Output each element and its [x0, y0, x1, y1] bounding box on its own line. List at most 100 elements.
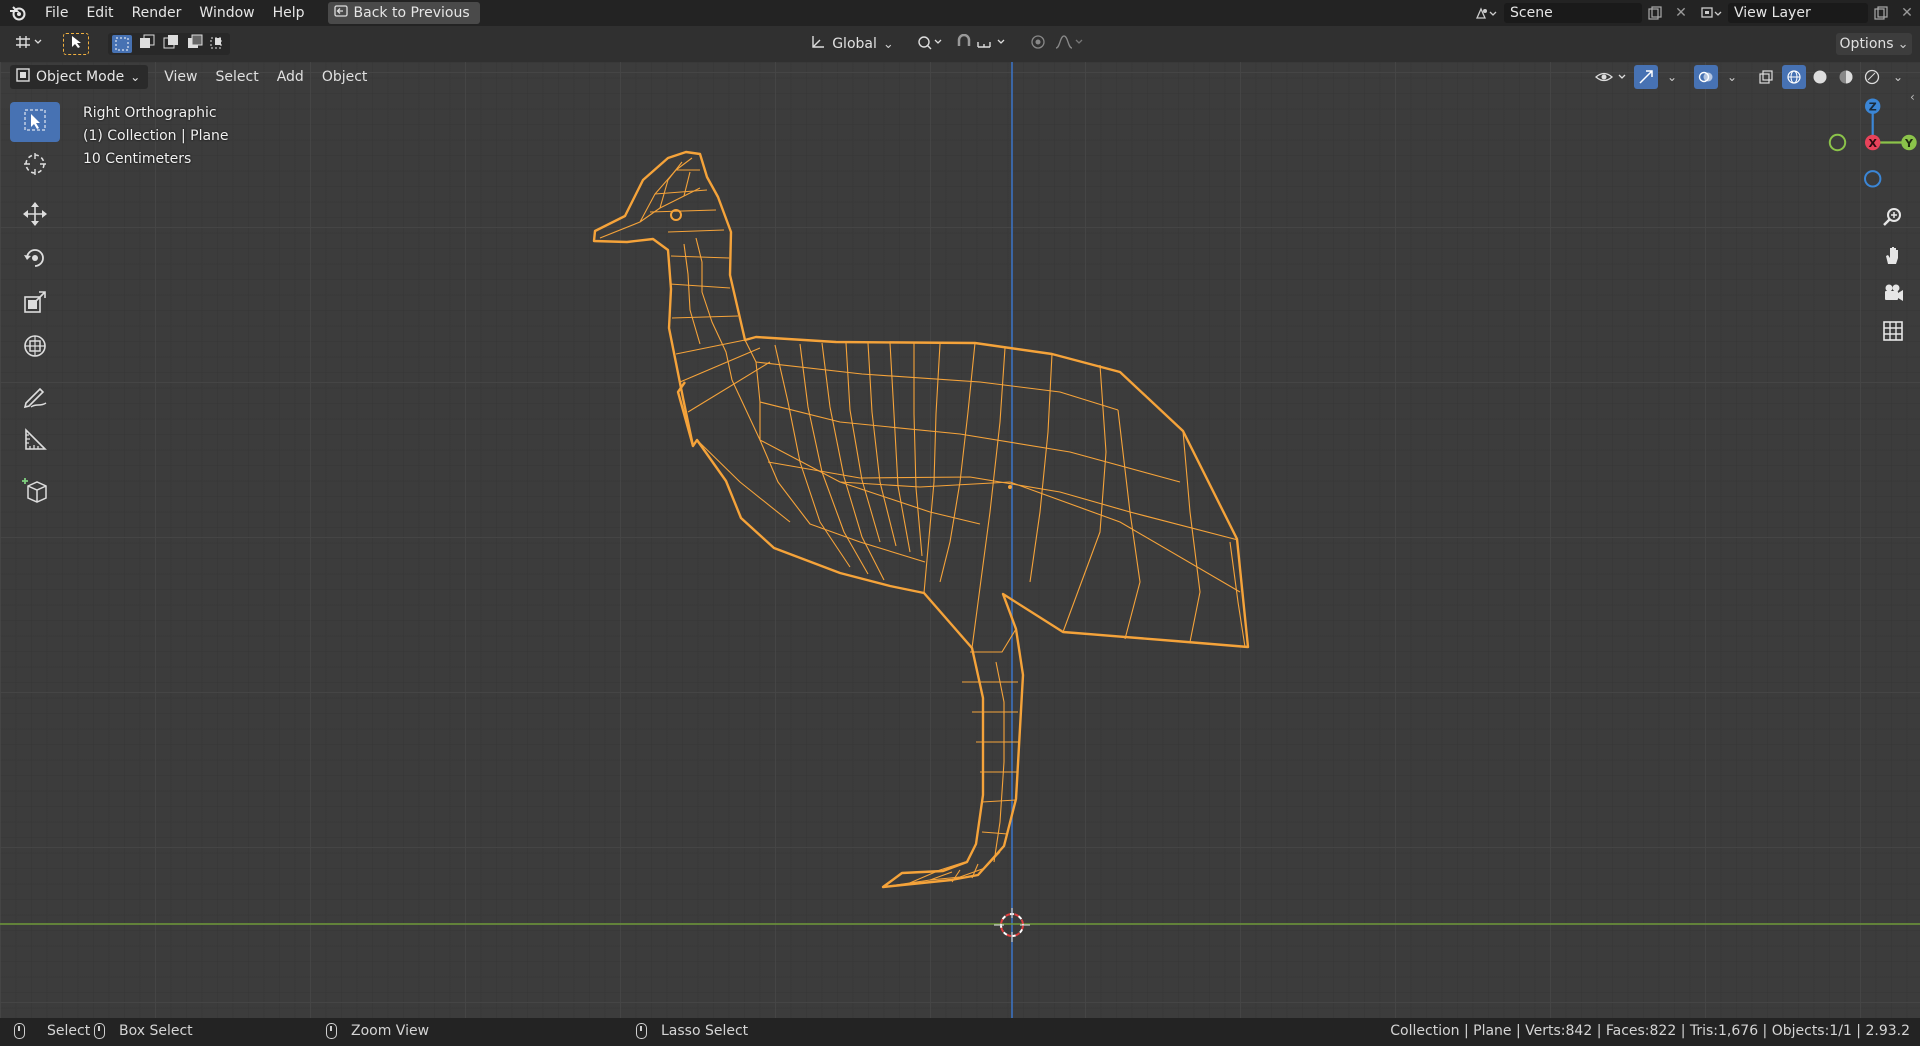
new-scene-icon[interactable] [1642, 3, 1668, 23]
menu-view[interactable]: View [156, 65, 205, 89]
select-subtract-icon[interactable] [163, 34, 179, 54]
top-menu-bar: File Edit Render Window Help Back to Pre… [0, 0, 1920, 26]
menu-window[interactable]: Window [190, 0, 263, 26]
proportional-edit-toggle[interactable] [1026, 33, 1086, 55]
grid-scale: 10 Centimeters [83, 151, 192, 167]
scene-name: Scene [1510, 5, 1553, 21]
camera-view-button[interactable] [1878, 280, 1908, 310]
orientation-icon [810, 34, 826, 54]
pivot-point-select[interactable] [912, 33, 948, 55]
rotate-tool[interactable] [10, 240, 60, 280]
options-label: Options [1839, 36, 1894, 52]
menu-select[interactable]: Select [208, 65, 267, 89]
grid-icon [1882, 320, 1904, 346]
menu-file[interactable]: File [36, 0, 77, 26]
select-invert-icon[interactable] [187, 34, 203, 54]
overlays-toggle-icon[interactable] [1694, 65, 1718, 89]
zoom-view-button[interactable] [1878, 204, 1908, 234]
navigation-gizmo[interactable]: Z Y X [1810, 82, 1920, 192]
editor-type-icon [14, 35, 44, 53]
blender-logo-icon[interactable] [0, 0, 36, 26]
magnet-icon [956, 33, 1016, 54]
xray-toggle-icon[interactable] [1752, 65, 1780, 89]
cursor-tool[interactable] [10, 146, 60, 186]
options-button[interactable]: Options ⌄ [1836, 33, 1912, 55]
select-intersect-icon[interactable] [210, 34, 226, 54]
mouse-drag-icon [94, 1023, 105, 1039]
back-to-previous-label: Back to Previous [353, 5, 470, 21]
move-tool[interactable] [10, 196, 60, 236]
object-mode-select[interactable]: Object Mode ⌄ [10, 65, 149, 89]
menu-help[interactable]: Help [264, 0, 314, 26]
sidebar-toggle-icon[interactable]: ‹ [1910, 90, 1920, 106]
cursor-target-icon [22, 151, 48, 181]
status-zoom-hint: Zoom View [326, 1023, 429, 1039]
add-cube-icon [21, 476, 49, 508]
pencil-icon [22, 383, 48, 413]
camera-icon [1882, 282, 1904, 308]
back-to-previous-button[interactable]: Back to Previous [327, 2, 480, 24]
select-tweak-button[interactable] [63, 33, 89, 55]
status-select-label: Select [47, 1023, 91, 1039]
chevron-down-icon[interactable]: ⌄ [1720, 65, 1744, 89]
editor-type-button[interactable] [10, 33, 48, 55]
zoom-magnifier-icon [1882, 206, 1904, 232]
status-bar: Select Box Select Zoom View Lasso Select… [0, 1018, 1920, 1046]
chevron-down-icon: ⌄ [130, 70, 141, 84]
view-layer-browse-icon[interactable] [1694, 3, 1728, 23]
gizmo-toggle-icon[interactable] [1634, 65, 1658, 89]
menu-render[interactable]: Render [123, 0, 191, 26]
status-zoom-label: Zoom View [351, 1023, 430, 1039]
cursor-arrow-icon [70, 35, 82, 53]
object-mode-label: Object Mode [36, 69, 125, 85]
menu-edit[interactable]: Edit [77, 0, 122, 26]
view-name: Right Orthographic [83, 105, 217, 121]
tool-shelf [10, 102, 60, 516]
gizmo-y-label: Y [1904, 137, 1914, 150]
scene-name-field[interactable]: Scene [1504, 3, 1642, 23]
select-new-icon[interactable] [111, 35, 132, 53]
3d-viewport[interactable]: Object Mode ⌄ View Select Add Object ⌄ ⌄… [0, 62, 1920, 1018]
viewport-header-toolbar: Global ⌄ Options ⌄ [0, 26, 1920, 62]
hand-icon [1882, 244, 1904, 270]
chevron-down-icon: ⌄ [1897, 36, 1909, 52]
wireframe-shading-icon[interactable] [1782, 65, 1806, 89]
visibility-eye-icon[interactable] [1592, 65, 1632, 89]
proportional-edit-icon [1026, 34, 1086, 54]
view-layer-name-field[interactable]: View Layer [1728, 3, 1868, 23]
select-box-tool[interactable] [10, 102, 60, 142]
scale-tool[interactable] [10, 284, 60, 324]
viewport-scene [0, 62, 1920, 1018]
annotate-tool[interactable] [10, 378, 60, 418]
select-extend-icon[interactable] [139, 34, 155, 54]
transform-orientation-select[interactable]: Global ⌄ [804, 33, 900, 55]
object-mode-icon [16, 68, 30, 86]
snap-toggle[interactable] [954, 33, 1018, 55]
mouse-middle-icon [326, 1023, 337, 1039]
status-box-select-label: Box Select [119, 1023, 193, 1039]
menu-add[interactable]: Add [269, 65, 312, 89]
pan-view-button[interactable] [1878, 242, 1908, 272]
chevron-down-icon[interactable]: ⌄ [1660, 65, 1684, 89]
delete-scene-icon[interactable]: ✕ [1668, 3, 1694, 23]
rotate-icon [22, 245, 48, 275]
scene-browse-icon[interactable] [1468, 3, 1504, 23]
viewport-info-overlay: Right Orthographic (1) Collection | Plan… [83, 102, 229, 171]
status-lasso-label: Lasso Select [661, 1023, 749, 1039]
add-cube-tool[interactable] [10, 472, 60, 512]
scale-icon [22, 289, 48, 319]
delete-view-layer-icon[interactable]: ✕ [1894, 3, 1920, 23]
mouse-right-icon [636, 1023, 647, 1039]
gizmo-x-label: X [1868, 137, 1877, 150]
viewport-menu-row: Object Mode ⌄ View Select Add Object [10, 64, 375, 90]
chevron-down-icon: ⌄ [882, 36, 894, 52]
measure-tool[interactable] [10, 422, 60, 462]
transform-tool[interactable] [10, 328, 60, 368]
select-box-icon [23, 108, 47, 136]
new-view-layer-icon[interactable] [1868, 3, 1894, 23]
back-icon [333, 5, 348, 21]
view-layer-name: View Layer [1734, 5, 1811, 21]
orthographic-toggle-button[interactable] [1878, 318, 1908, 348]
menu-object[interactable]: Object [314, 65, 376, 89]
move-arrows-icon [22, 201, 48, 231]
